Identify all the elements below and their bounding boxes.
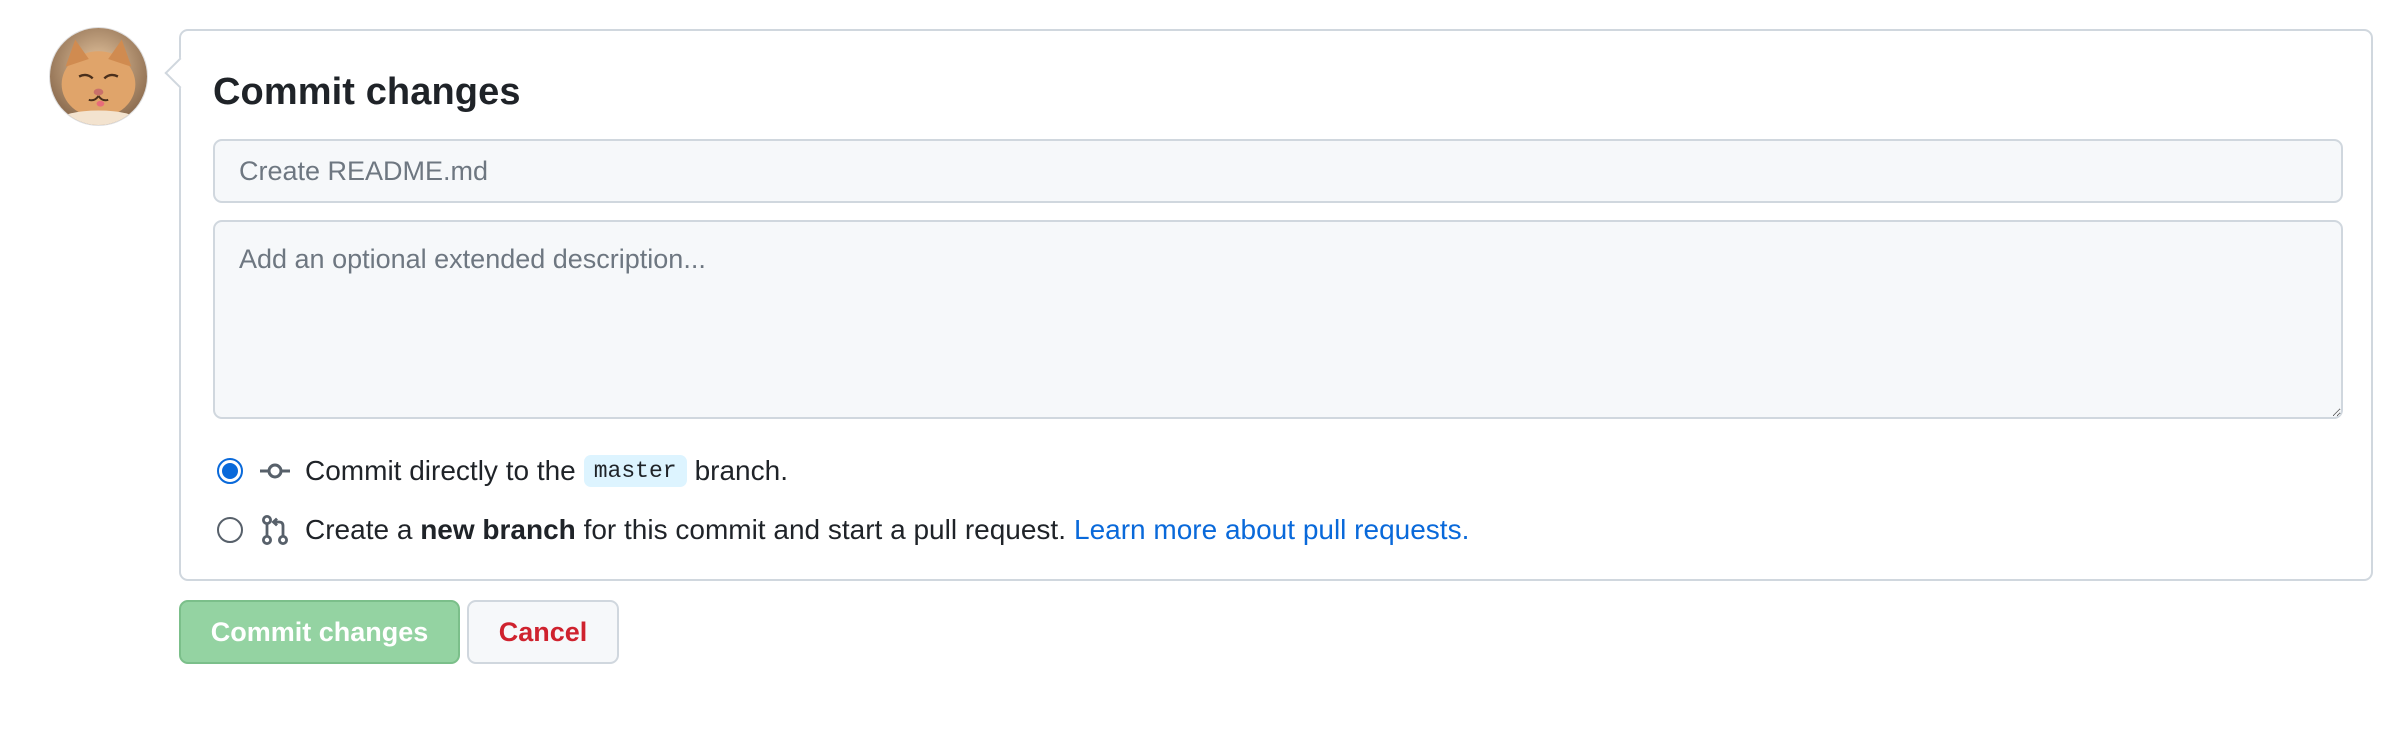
commit-changes-button[interactable]: Commit changes [179,600,460,664]
commit-direct-suffix: branch. [694,455,788,486]
cat-avatar-icon [50,28,147,125]
new-branch-prefix: Create a [305,514,413,545]
commit-direct-radio[interactable] [217,458,243,484]
commit-box-title: Commit changes [213,71,521,113]
new-branch-radio[interactable] [217,517,243,543]
new-branch-bold-text: new branch [420,514,576,545]
commit-direct-option[interactable]: Commit directly to the master branch. [217,451,788,491]
commit-direct-prefix: Commit directly to the [305,455,576,486]
learn-more-pull-requests-link[interactable]: Learn more about pull requests. [1074,514,1469,546]
cancel-button[interactable]: Cancel [467,600,619,664]
new-branch-option[interactable]: Create a new branch for this commit and … [217,510,1469,550]
commit-box: Commit changes Commit directly to the ma… [164,29,2373,581]
commit-page: Commit changes Commit directly to the ma… [0,0,2382,738]
new-branch-suffix: for this commit and start a pull request… [583,514,1066,545]
user-avatar[interactable] [50,28,147,125]
comment-caret [164,57,196,89]
git-commit-icon [259,455,291,487]
branch-name-chip: master [583,455,687,487]
git-pull-request-icon [259,514,291,546]
commit-summary-input[interactable] [213,139,2343,203]
commit-description-textarea[interactable] [213,220,2343,419]
